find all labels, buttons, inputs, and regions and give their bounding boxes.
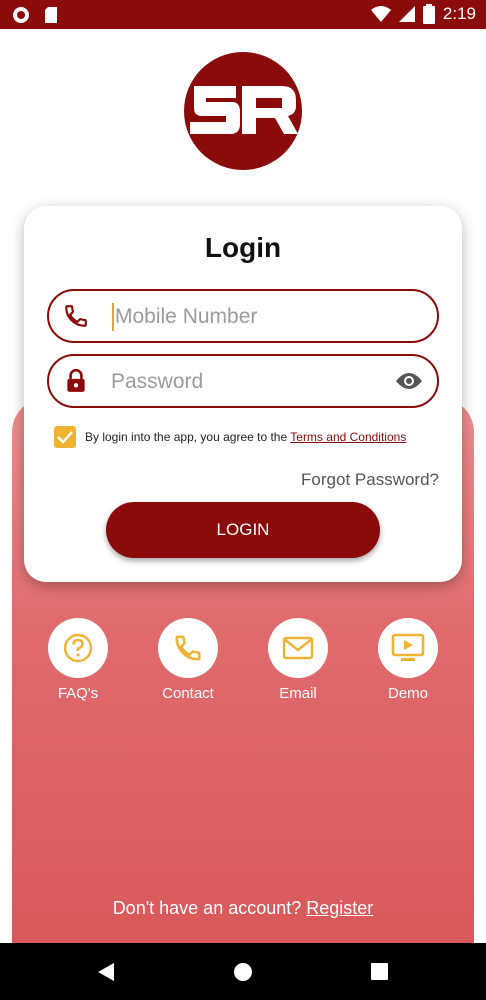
- email-label: Email: [279, 685, 317, 702]
- navigation-bar: [0, 943, 486, 1000]
- demo-label: Demo: [387, 685, 428, 702]
- password-input[interactable]: [109, 364, 383, 400]
- signal-icon: [398, 6, 415, 22]
- home-icon[interactable]: [233, 962, 253, 982]
- terms-prefix: By login into the app, you agree to the: [85, 430, 291, 444]
- mobile-number-input[interactable]: [113, 299, 387, 335]
- terms-text: By login into the app, you agree to the …: [85, 430, 406, 444]
- faq-circle[interactable]: [48, 618, 108, 678]
- forgot-password-link[interactable]: Forgot Password?: [301, 470, 439, 490]
- lock-icon: [67, 368, 85, 392]
- login-card: Login By login into the app, you agree t…: [24, 206, 462, 582]
- email-action[interactable]: Email: [258, 618, 338, 702]
- email-circle[interactable]: [268, 618, 328, 678]
- register-link[interactable]: Register: [306, 898, 373, 918]
- eye-icon[interactable]: [395, 369, 423, 393]
- mobile-number-field[interactable]: [47, 289, 439, 343]
- terms-checkbox[interactable]: [54, 426, 76, 448]
- login-title: Login: [204, 232, 282, 263]
- contact-action[interactable]: Contact: [148, 618, 228, 702]
- back-icon[interactable]: [96, 962, 116, 982]
- login-button[interactable]: LOGIN: [106, 502, 380, 558]
- terms-link[interactable]: Terms and Conditions: [290, 430, 406, 444]
- phone-icon: [65, 305, 87, 327]
- mail-icon: [282, 636, 314, 660]
- record-icon: [13, 7, 29, 23]
- demo-action[interactable]: Demo: [368, 618, 448, 702]
- sd-card-icon: [45, 7, 57, 23]
- wifi-icon: [370, 6, 391, 22]
- phone-icon: [175, 635, 201, 661]
- check-icon: [57, 431, 73, 444]
- recents-icon[interactable]: [371, 963, 388, 980]
- battery-icon: [422, 4, 435, 24]
- status-time: 2:19: [442, 4, 476, 23]
- demo-circle[interactable]: [378, 618, 438, 678]
- password-field[interactable]: [47, 354, 439, 408]
- status-bar: 2:19: [0, 0, 486, 29]
- play-screen-icon: [391, 633, 425, 661]
- faq-action[interactable]: FAQ's: [38, 618, 118, 702]
- contact-circle[interactable]: [158, 618, 218, 678]
- question-icon: [63, 633, 93, 663]
- register-row: Don't have an account? Register: [0, 898, 486, 919]
- contact-label: Contact: [162, 685, 214, 702]
- terms-row: By login into the app, you agree to the …: [54, 426, 406, 448]
- register-prompt: Don't have an account?: [112, 898, 307, 918]
- sr-logo: [184, 52, 302, 170]
- faq-label: FAQ's: [57, 685, 99, 702]
